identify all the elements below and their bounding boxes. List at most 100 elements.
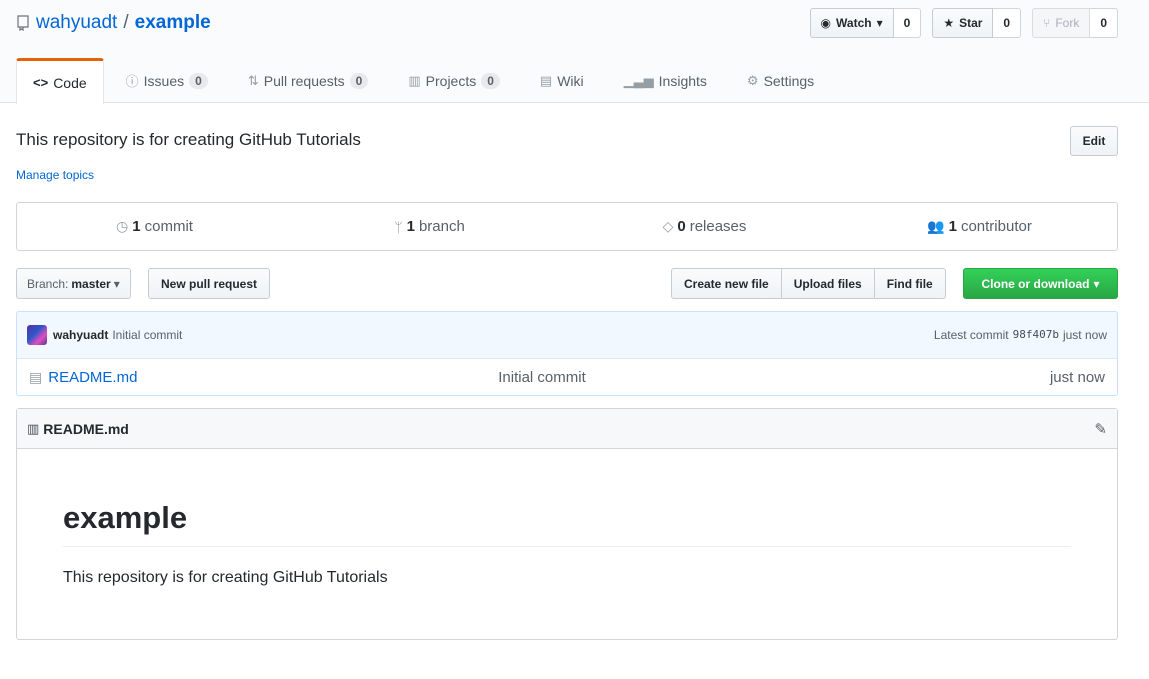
releases-count: 0 — [677, 218, 686, 235]
tab-insights[interactable]: ▁▃▅ Insights — [606, 58, 725, 103]
branch-name: master — [71, 276, 111, 291]
eye-icon: ◉ — [820, 16, 832, 30]
new-pull-request-button[interactable]: New pull request — [148, 268, 271, 299]
tab-counter: 0 — [189, 72, 208, 89]
watch-group: ◉ Watch ▾ 0 — [809, 8, 922, 38]
file-actions: Create new file Upload files Find file — [671, 268, 946, 299]
readme-filename: README.md — [43, 420, 129, 437]
commits-summary[interactable]: ◷ 1 commit — [17, 203, 292, 250]
create-new-file-button[interactable]: Create new file — [671, 268, 782, 299]
branches-count: 1 — [406, 218, 415, 235]
tab-label: Code — [53, 74, 87, 91]
commit-tease: wahyuadt Initial commit Latest commit 98… — [16, 311, 1118, 359]
repo-owner-link[interactable]: wahyuadt — [36, 12, 117, 34]
star-icon: ★ — [943, 16, 955, 30]
commits-label: commit — [144, 218, 193, 235]
commit-sha-link[interactable]: 98f407b — [1013, 328, 1059, 342]
tab-label: Wiki — [557, 72, 584, 89]
clone-label: Clone or download — [981, 276, 1090, 291]
tab-issues[interactable]: ⓘ Issues 0 — [108, 58, 226, 103]
tab-label: Projects — [425, 72, 477, 89]
repo-actions: ◉ Watch ▾ 0 ★ Star 0 ⑂ Fork 0 — [809, 8, 1118, 38]
issue-icon: ⓘ — [125, 74, 139, 89]
people-icon: 👥 — [927, 218, 945, 234]
caret-down-icon: ▾ — [876, 16, 883, 30]
tab-counter: 0 — [481, 72, 500, 89]
book-icon: ▤ — [539, 72, 553, 88]
tab-label: Insights — [658, 72, 707, 89]
tab-projects[interactable]: ▥ Projects 0 — [390, 58, 518, 103]
tab-label: Pull requests — [263, 72, 345, 89]
repo-header: wahyuadt / example ◉ Watch ▾ 0 ★ Star 0 … — [0, 0, 1149, 104]
watch-count[interactable]: 0 — [893, 8, 922, 38]
releases-summary[interactable]: ◇ 0 releases — [567, 203, 842, 250]
repo-nav-tabs: <> Code ⓘ Issues 0 ⇅ Pull requests 0 ▥ P… — [16, 58, 836, 104]
latest-commit-info: Latest commit 98f407b just now — [934, 328, 1107, 342]
branch-select-button[interactable]: Branch: master ▾ — [16, 268, 131, 299]
readme-paragraph: This repository is for creating GitHub T… — [63, 569, 388, 586]
readme-heading: example — [63, 500, 1071, 547]
find-file-button[interactable]: Find file — [873, 268, 946, 299]
pull-request-icon: ⇅ — [247, 72, 259, 88]
branches-summary[interactable]: ᛘ 1 branch — [292, 203, 567, 250]
branch-icon: ᛘ — [394, 218, 403, 235]
readme-header: ▥ README.md ✎ — [17, 409, 1117, 449]
star-label: Star — [959, 16, 983, 30]
numbers-summary: ◷ 1 commit ᛘ 1 branch ◇ 0 releases 👥 1 c… — [16, 202, 1118, 251]
tab-counter: 0 — [349, 72, 369, 89]
commits-count: 1 — [132, 218, 141, 235]
tab-settings[interactable]: ⚙ Settings — [729, 58, 832, 103]
watch-label: Watch — [836, 16, 872, 30]
star-button[interactable]: ★ Star — [932, 8, 994, 38]
star-group: ★ Star 0 — [932, 8, 1022, 38]
latest-commit-label: Latest commit — [933, 328, 1009, 342]
project-icon: ▥ — [408, 72, 421, 88]
file-list: ▤ README.md Initial commit just now — [16, 358, 1118, 396]
fork-icon: ⑂ — [1043, 16, 1051, 30]
repo-icon — [17, 15, 29, 31]
tab-code[interactable]: <> Code — [16, 58, 104, 104]
pencil-icon[interactable]: ✎ — [1094, 420, 1107, 438]
watch-button[interactable]: ◉ Watch ▾ — [809, 8, 894, 38]
star-count[interactable]: 0 — [993, 8, 1022, 38]
readme-panel: ▥ README.md ✎ example This repository is… — [16, 408, 1118, 640]
fork-label: Fork — [1055, 16, 1080, 30]
branch-prefix: Branch: — [27, 276, 69, 291]
commit-author-link[interactable]: wahyuadt — [53, 328, 108, 342]
upload-files-button[interactable]: Upload files — [780, 268, 875, 299]
file-commit-message-link[interactable]: Initial commit — [498, 369, 586, 386]
branches-label: branch — [418, 218, 465, 235]
releases-label: releases — [689, 218, 747, 235]
edit-description-button[interactable]: Edit — [1070, 126, 1118, 156]
commit-age: just now — [1062, 328, 1107, 342]
contributors-label: contributor — [960, 218, 1032, 235]
fork-count[interactable]: 0 — [1090, 8, 1118, 38]
tag-icon: ◇ — [662, 218, 674, 234]
tab-wiki[interactable]: ▤ Wiki — [522, 58, 602, 103]
caret-down-icon: ▾ — [113, 276, 120, 291]
tab-label: Settings — [763, 72, 815, 89]
fork-group: ⑂ Fork 0 — [1032, 8, 1118, 38]
code-icon: <> — [33, 75, 49, 90]
tab-pull-requests[interactable]: ⇅ Pull requests 0 — [230, 58, 387, 103]
clone-or-download-button[interactable]: Clone or download ▾ — [963, 268, 1118, 299]
readme-body: example This repository is for creating … — [17, 500, 1117, 587]
file-icon: ▤ — [29, 368, 43, 385]
history-icon: ◷ — [116, 218, 129, 234]
caret-down-icon: ▾ — [1093, 276, 1100, 291]
fork-button[interactable]: ⑂ Fork — [1032, 8, 1091, 38]
commit-message-link[interactable]: Initial commit — [112, 328, 182, 342]
book-icon: ▥ — [27, 420, 40, 436]
tab-label: Issues — [143, 72, 185, 89]
repo-separator: / — [123, 12, 129, 33]
gear-icon: ⚙ — [746, 72, 759, 88]
file-age: just now — [1049, 368, 1105, 386]
contributors-count: 1 — [948, 218, 957, 235]
contributors-summary[interactable]: 👥 1 contributor — [842, 203, 1117, 250]
avatar[interactable] — [27, 325, 47, 345]
repo-name-link[interactable]: example — [135, 12, 211, 34]
file-name-link[interactable]: README.md — [48, 369, 498, 386]
repo-description: This repository is for creating GitHub T… — [16, 130, 361, 149]
graph-icon: ▁▃▅ — [623, 72, 654, 88]
manage-topics-link[interactable]: Manage topics — [16, 168, 94, 182]
